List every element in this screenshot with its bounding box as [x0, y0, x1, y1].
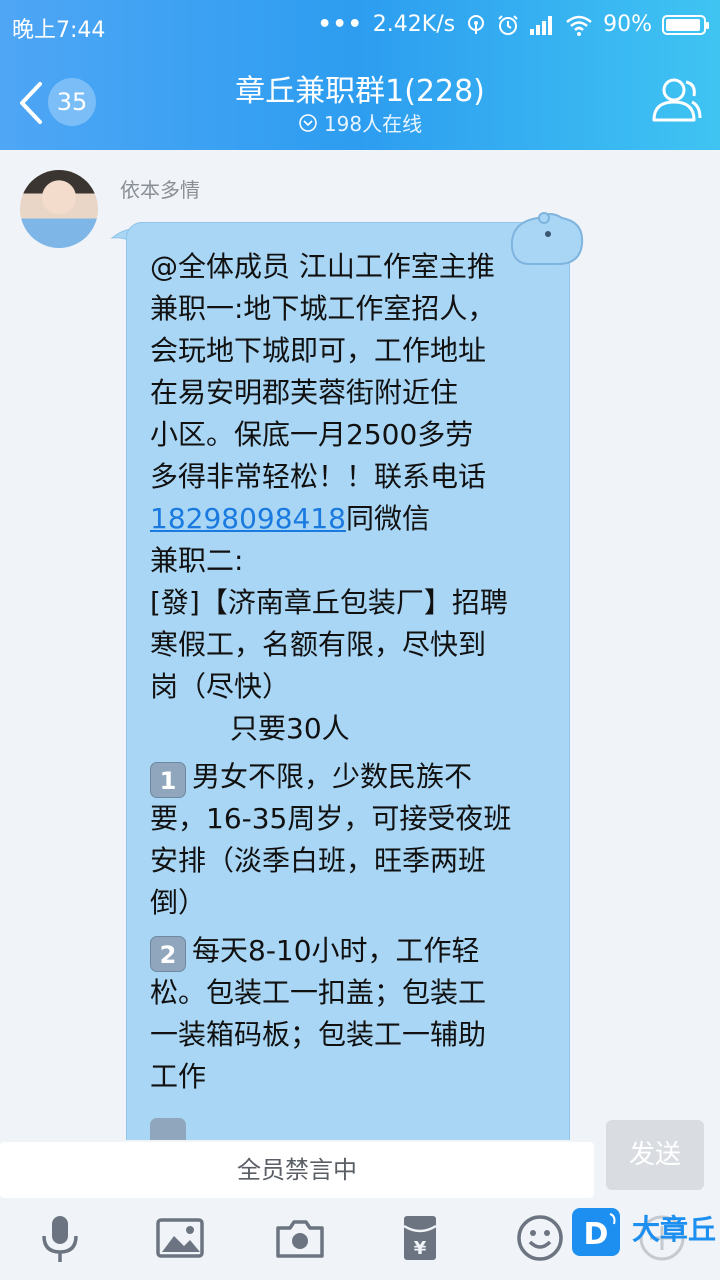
network-speed: 2.42K/s: [372, 12, 456, 37]
message-text: @全体成员 江山工作室主推 兼职一:地下城工作室招人， 会玩地下城即可，工作地址…: [150, 246, 550, 1098]
online-status[interactable]: 198人在线: [0, 108, 720, 137]
message-line: 要，16-35周岁，可接受夜班: [150, 802, 512, 835]
status-right: ••• 2.42K/s 90%: [317, 12, 709, 37]
message-line: @全体成员 江山工作室主推: [150, 250, 495, 283]
microphone-icon[interactable]: [34, 1212, 86, 1264]
input-bar: 全员禁言中 发送: [0, 1120, 720, 1200]
item1-text: 男女不限，少数民族不: [192, 760, 473, 793]
image-icon[interactable]: [154, 1212, 206, 1264]
message-input[interactable]: 全员禁言中: [0, 1142, 594, 1198]
status-bar: 晚上7:44 ••• 2.42K/s 90%: [0, 0, 720, 50]
phone-line: 18298098418同微信: [150, 498, 550, 540]
keycap-2-icon: 2: [150, 936, 186, 972]
sender-avatar[interactable]: [20, 170, 98, 248]
svg-text:D: D: [584, 1217, 609, 1252]
phone-suffix: 同微信: [345, 502, 430, 535]
watermark-text: 大章丘: [632, 1213, 717, 1246]
notification-dots: •••: [317, 12, 363, 37]
message-line: 兼职一:地下城工作室招人，: [150, 292, 496, 325]
message-line: [發]【济南章丘包装厂】招聘: [150, 586, 508, 619]
chat-header: 晚上7:44 ••• 2.42K/s 90% 35 章丘兼职群1(228) 19…: [0, 0, 720, 150]
message-line: 兼职二:: [150, 544, 244, 577]
group-title[interactable]: 章丘兼职群1(228): [0, 66, 720, 110]
keycap-3-partial-icon: [150, 1118, 186, 1140]
chevron-down-icon: [299, 113, 317, 132]
wifi-icon: [566, 15, 592, 36]
item2-line: 2 每天8-10小时，工作轻: [150, 930, 550, 972]
camera-icon[interactable]: [274, 1212, 326, 1264]
item2-text: 每天8-10小时，工作轻: [192, 934, 480, 967]
red-packet-icon[interactable]: ¥: [394, 1212, 446, 1264]
group-members-icon[interactable]: [648, 74, 702, 124]
message-line-need: 只要30人: [230, 712, 350, 745]
send-button[interactable]: 发送: [606, 1120, 704, 1190]
hotspot-icon: [468, 14, 485, 34]
signal-icon: [530, 15, 553, 35]
online-count: 198人在线: [323, 112, 423, 136]
message-line: 倒）: [150, 886, 207, 919]
status-time: 晚上7:44: [12, 18, 106, 43]
item1-line: 1 男女不限，少数民族不: [150, 756, 550, 798]
emoji-icon[interactable]: [514, 1212, 566, 1264]
chat-area[interactable]: 依本多情 @全体成员 江山工作室主推 兼职一:地下城工作室招人， 会玩地下城即可…: [0, 150, 720, 1140]
battery-icon: [662, 14, 709, 35]
message-line: 工作: [150, 1060, 207, 1093]
message-line: 会玩地下城即可，工作地址: [150, 334, 487, 367]
message-line: 多得非常轻松！！联系电话: [150, 460, 487, 493]
message-line: 寒假工，名额有限，尽快到: [150, 628, 487, 661]
message-line: 在易安明郡芙蓉街附近住: [150, 376, 459, 409]
battery-percent: 90%: [603, 12, 652, 37]
message-line: 小区。保底一月2500多劳: [150, 418, 474, 451]
phone-link[interactable]: 18298098418: [150, 502, 346, 535]
message-line: 岗（尽快）: [150, 670, 291, 703]
svg-text:¥: ¥: [414, 1238, 427, 1259]
alarm-icon: [498, 14, 518, 35]
message-line: 安排（淡季白班，旺季两班: [150, 844, 487, 877]
message-line: 松。包装工一扣盖；包装工: [150, 976, 487, 1009]
message-line: 一装箱码板；包装工一辅助: [150, 1018, 487, 1051]
sender-name: 依本多情: [120, 178, 200, 202]
keycap-1-icon: 1: [150, 762, 186, 798]
